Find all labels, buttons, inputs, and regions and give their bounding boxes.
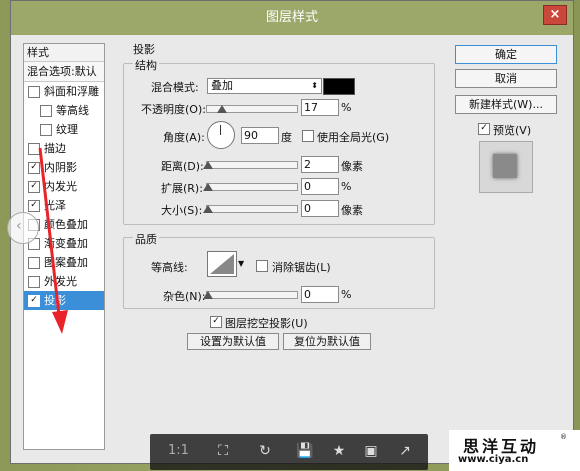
style-item-label: 纹理 bbox=[56, 123, 78, 136]
blend-mode-select[interactable]: 叠加 ⬍ bbox=[207, 78, 322, 94]
blend-mode-value: 叠加 bbox=[211, 79, 233, 92]
opacity-label: 不透明度(O): bbox=[141, 103, 206, 116]
distance-unit: 像素 bbox=[341, 160, 363, 173]
image-viewer-toolbar: 1:1 ⛶ ↻ 💾 ★ ▣ ↗ bbox=[150, 434, 428, 470]
cancel-button[interactable]: 取消 bbox=[455, 69, 557, 88]
angle-unit: 度 bbox=[281, 131, 292, 144]
slider-thumb[interactable] bbox=[203, 291, 213, 299]
window-title: 图层样式 bbox=[265, 10, 318, 25]
reset-default-button[interactable]: 复位为默认值 bbox=[283, 333, 371, 350]
style-item-label: 等高线 bbox=[56, 104, 89, 117]
opacity-unit: % bbox=[341, 101, 352, 114]
favorite-icon[interactable]: ★ bbox=[328, 441, 350, 461]
knockout-label: 图层挖空投影(U) bbox=[225, 317, 308, 330]
structure-title: 结构 bbox=[133, 57, 159, 73]
blend-options-item[interactable]: 混合选项:默认 bbox=[24, 62, 104, 82]
checkbox[interactable] bbox=[40, 124, 52, 136]
rotate-icon[interactable]: ↻ bbox=[254, 441, 276, 461]
style-item-contour[interactable]: 等高线 bbox=[24, 101, 104, 120]
angle-dial[interactable] bbox=[207, 121, 235, 149]
preview-label: 预览(V) bbox=[493, 124, 532, 137]
noise-label: 杂色(N): bbox=[163, 290, 206, 303]
shadow-color-swatch[interactable] bbox=[323, 78, 355, 95]
spread-unit: % bbox=[341, 180, 352, 193]
style-item-texture[interactable]: 纹理 bbox=[24, 120, 104, 139]
styles-list: 样式 混合选项:默认 斜面和浮雕 等高线 纹理 描边 ✓ 内阴影 ✓ 内发光 ✓… bbox=[23, 43, 105, 450]
slider-thumb[interactable] bbox=[203, 161, 213, 169]
contour-picker[interactable] bbox=[207, 251, 237, 277]
antialias-checkbox[interactable] bbox=[256, 260, 268, 272]
chevron-down-icon[interactable]: ▼ bbox=[238, 259, 244, 268]
contour-label: 等高线: bbox=[151, 261, 188, 274]
blend-mode-label: 混合模式: bbox=[151, 81, 199, 94]
spread-label: 扩展(R): bbox=[161, 182, 203, 195]
antialias-label: 消除锯齿(L) bbox=[272, 261, 331, 274]
checkbox[interactable] bbox=[28, 86, 40, 98]
slider-thumb[interactable] bbox=[217, 105, 227, 113]
size-slider[interactable] bbox=[203, 205, 298, 213]
red-arrow-annotation bbox=[38, 147, 68, 334]
knockout-checkbox[interactable]: ✓ bbox=[210, 316, 222, 328]
preview-thumbnail bbox=[479, 141, 533, 193]
new-style-button[interactable]: 新建样式(W)... bbox=[455, 95, 557, 114]
slider-thumb[interactable] bbox=[203, 205, 213, 213]
styles-header[interactable]: 样式 bbox=[24, 44, 104, 62]
close-button[interactable]: × bbox=[543, 5, 567, 25]
spread-input[interactable]: 0 bbox=[301, 178, 339, 195]
share-icon[interactable]: ↗ bbox=[394, 441, 416, 461]
actual-size-button[interactable]: 1:1 bbox=[168, 443, 189, 458]
global-light-checkbox[interactable] bbox=[302, 130, 314, 142]
angle-label: 角度(A): bbox=[163, 131, 205, 144]
preview-swatch bbox=[493, 154, 517, 178]
ok-button[interactable]: 确定 bbox=[455, 45, 557, 64]
watermark-logo: 思洋互动 ® www.ciya.cn bbox=[449, 430, 580, 471]
noise-unit: % bbox=[341, 288, 352, 301]
spread-slider[interactable] bbox=[203, 183, 298, 191]
save-icon[interactable]: 💾 bbox=[294, 441, 316, 461]
section-title: 投影 bbox=[133, 43, 155, 56]
size-label: 大小(S): bbox=[161, 204, 203, 217]
quality-title: 品质 bbox=[133, 231, 159, 247]
distance-slider[interactable] bbox=[203, 161, 298, 169]
registered-mark: ® bbox=[560, 433, 567, 441]
chevron-left-icon: ‹ bbox=[16, 218, 22, 234]
angle-input[interactable]: 90 bbox=[241, 127, 279, 144]
slider-thumb[interactable] bbox=[203, 183, 213, 191]
preview-checkbox[interactable]: ✓ bbox=[478, 123, 490, 135]
layer-style-dialog: 图层样式 × 样式 混合选项:默认 斜面和浮雕 等高线 纹理 描边 ✓ 内阴影 … bbox=[7, 0, 574, 464]
distance-input[interactable]: 2 bbox=[301, 156, 339, 173]
title-bar: 图层样式 bbox=[11, 1, 573, 35]
angle-needle bbox=[220, 125, 221, 135]
noise-slider[interactable] bbox=[203, 291, 298, 299]
slideshow-icon[interactable]: ▣ bbox=[360, 441, 382, 461]
scroll-handle[interactable]: ‹ bbox=[7, 212, 39, 244]
opacity-input[interactable]: 17 bbox=[301, 99, 339, 116]
distance-label: 距离(D): bbox=[161, 160, 204, 173]
checkbox[interactable] bbox=[40, 105, 52, 117]
opacity-slider[interactable] bbox=[206, 105, 298, 113]
fit-screen-icon[interactable]: ⛶ bbox=[212, 441, 234, 461]
style-item-bevel[interactable]: 斜面和浮雕 bbox=[24, 82, 104, 101]
size-unit: 像素 bbox=[341, 204, 363, 217]
style-item-label: 斜面和浮雕 bbox=[44, 85, 99, 98]
set-default-button[interactable]: 设置为默认值 bbox=[187, 333, 279, 350]
size-input[interactable]: 0 bbox=[301, 200, 339, 217]
contour-curve-icon bbox=[210, 254, 234, 274]
global-light-label: 使用全局光(G) bbox=[317, 131, 390, 144]
noise-input[interactable]: 0 bbox=[301, 286, 339, 303]
chevron-updown-icon: ⬍ bbox=[311, 81, 318, 90]
watermark-url: www.ciya.cn bbox=[458, 454, 529, 465]
